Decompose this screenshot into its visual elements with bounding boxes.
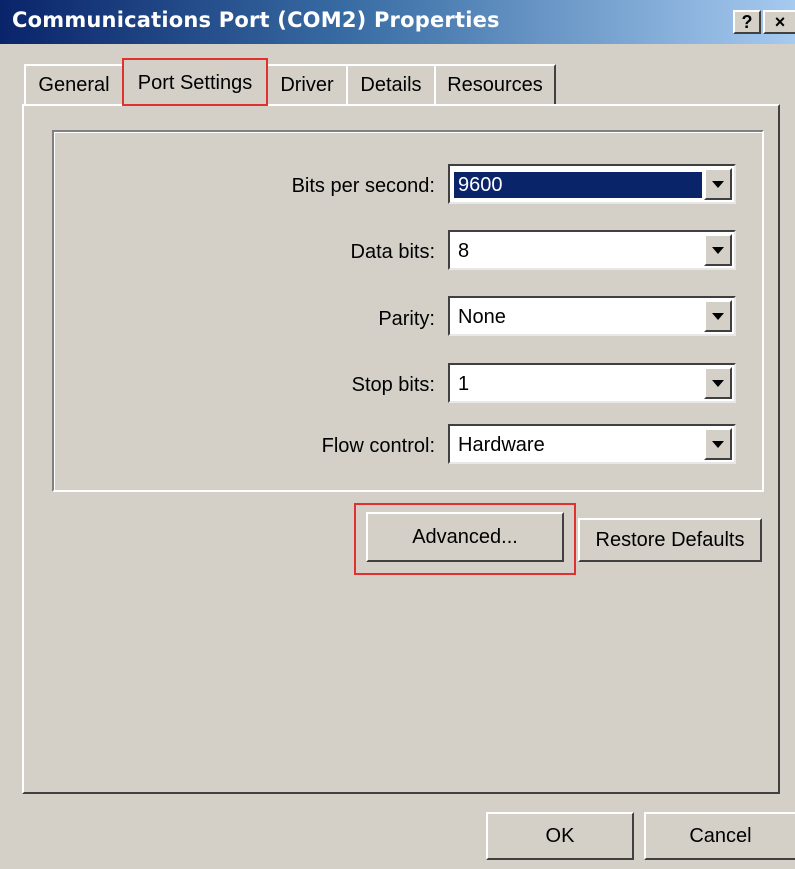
parity-label: Parity:	[378, 308, 435, 330]
close-icon: ×	[774, 12, 786, 32]
stop-bits-value: 1	[458, 373, 470, 395]
bits-per-second-dropdown-button[interactable]	[704, 168, 732, 200]
stop-bits-dropdown-button[interactable]	[704, 367, 732, 399]
tab-resources[interactable]: Resources	[434, 64, 556, 104]
tab-driver[interactable]: Driver	[266, 64, 348, 104]
tab-port-settings[interactable]: Port Settings	[122, 58, 268, 106]
flow-control-label: Flow control:	[321, 435, 435, 457]
tab-details[interactable]: Details	[346, 64, 436, 104]
data-bits-dropdown-button[interactable]	[704, 234, 732, 266]
help-button[interactable]: ?	[733, 10, 761, 34]
flow-control-select[interactable]: Hardware	[448, 424, 736, 464]
chevron-down-icon	[712, 312, 724, 320]
ok-button[interactable]: OK	[486, 812, 634, 860]
close-button[interactable]: ×	[763, 10, 795, 34]
cancel-button[interactable]: Cancel	[644, 812, 795, 860]
window-title: Communications Port (COM2) Properties	[12, 8, 500, 32]
title-bar[interactable]: Communications Port (COM2) Properties ? …	[0, 0, 795, 44]
advanced-button[interactable]: Advanced...	[366, 512, 564, 562]
data-bits-value: 8	[458, 240, 470, 262]
tab-general[interactable]: General	[24, 64, 124, 104]
stop-bits-select[interactable]: 1	[448, 363, 736, 403]
parity-select[interactable]: None	[448, 296, 736, 336]
restore-defaults-button[interactable]: Restore Defaults	[578, 518, 762, 562]
data-bits-select[interactable]: 8	[448, 230, 736, 270]
parity-dropdown-button[interactable]	[704, 300, 732, 332]
bits-per-second-select[interactable]: 9600	[448, 164, 736, 204]
data-bits-label: Data bits:	[350, 241, 435, 263]
flow-control-dropdown-button[interactable]	[704, 428, 732, 460]
stop-bits-label: Stop bits:	[351, 374, 435, 396]
bits-per-second-value: 9600	[454, 172, 702, 198]
chevron-down-icon	[712, 379, 724, 387]
chevron-down-icon	[712, 180, 724, 188]
chevron-down-icon	[712, 246, 724, 254]
flow-control-value: Hardware	[458, 434, 545, 456]
chevron-down-icon	[712, 440, 724, 448]
bits-per-second-label: Bits per second:	[291, 175, 435, 197]
parity-value: None	[458, 306, 506, 328]
